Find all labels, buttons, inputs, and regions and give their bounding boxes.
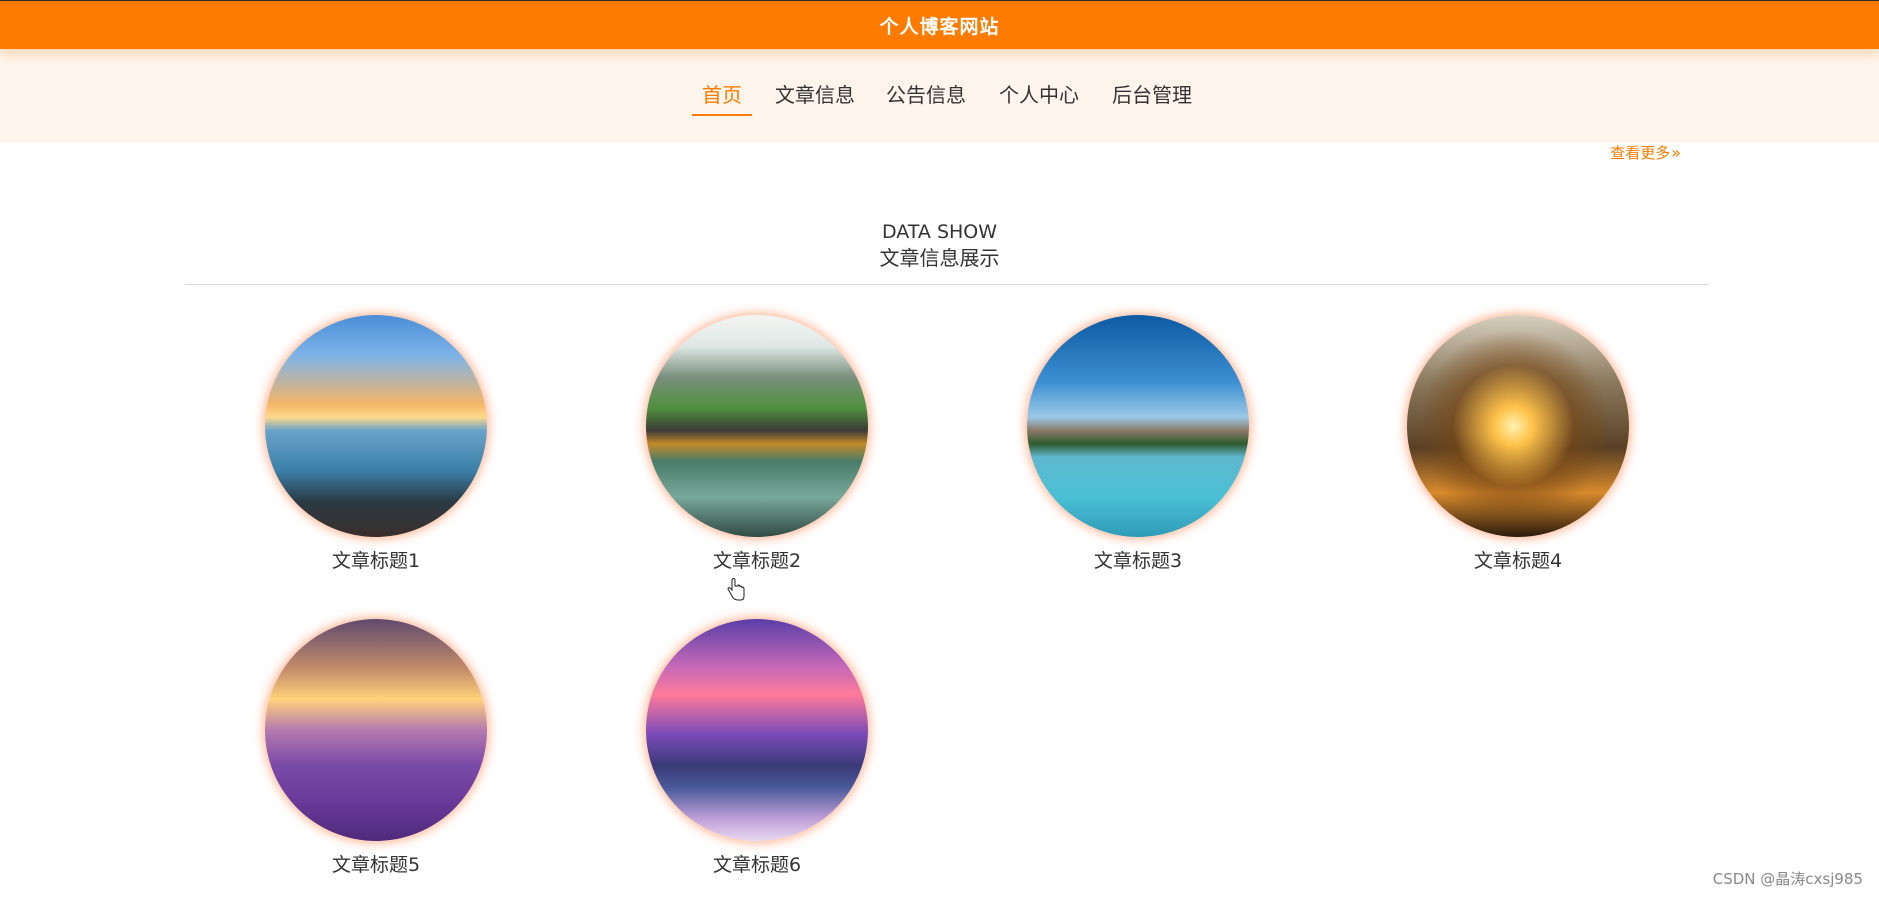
hand-pointer-cursor-icon — [727, 578, 745, 601]
article-card-4[interactable]: 文章标题4 — [1388, 315, 1648, 573]
nav-item-notices[interactable]: 公告信息 — [886, 79, 966, 114]
article-card-2[interactable]: 文章标题2 — [627, 315, 887, 573]
article-thumbnail[interactable] — [1407, 315, 1629, 537]
article-title[interactable]: 文章标题5 — [246, 850, 506, 877]
article-thumbnail[interactable] — [1027, 315, 1249, 537]
article-card-6[interactable]: 文章标题6 — [627, 619, 887, 877]
watermark: CSDN @晶涛cxsj985 — [1712, 870, 1863, 888]
section-header: DATA SHOW 文章信息展示 — [0, 220, 1879, 272]
article-title[interactable]: 文章标题1 — [246, 546, 506, 573]
view-more-link[interactable]: 查看更多» — [1610, 142, 1681, 163]
article-card-5[interactable]: 文章标题5 — [246, 619, 506, 877]
article-thumbnail[interactable] — [646, 619, 868, 841]
nav-item-articles[interactable]: 文章信息 — [775, 79, 855, 114]
article-thumbnail[interactable] — [646, 315, 868, 537]
nav-item-admin[interactable]: 后台管理 — [1112, 79, 1192, 114]
article-thumbnail[interactable] — [265, 619, 487, 841]
article-title[interactable]: 文章标题4 — [1388, 546, 1648, 573]
site-title: 个人博客网站 — [879, 15, 1000, 38]
main-nav: 首页 文章信息 公告信息 个人中心 后台管理 — [0, 79, 1879, 119]
article-card-1[interactable]: 文章标题1 — [246, 315, 506, 573]
article-card-3[interactable]: 文章标题3 — [1008, 315, 1268, 573]
double-chevron-right-icon: » — [1671, 143, 1681, 162]
article-title[interactable]: 文章标题3 — [1008, 546, 1268, 573]
article-title[interactable]: 文章标题2 — [627, 546, 887, 573]
nav-item-home[interactable]: 首页 — [692, 79, 752, 116]
section-title-cn: 文章信息展示 — [879, 246, 1000, 270]
view-more-label: 查看更多 — [1610, 144, 1671, 162]
nav-item-personal-center[interactable]: 个人中心 — [999, 79, 1079, 114]
section-divider — [185, 284, 1709, 285]
section-title-en: DATA SHOW — [881, 221, 998, 243]
top-bar: 个人博客网站 — [0, 0, 1879, 49]
article-thumbnail[interactable] — [265, 315, 487, 537]
article-title[interactable]: 文章标题6 — [627, 850, 887, 877]
nav-band: 首页 文章信息 公告信息 个人中心 后台管理 — [0, 49, 1879, 143]
